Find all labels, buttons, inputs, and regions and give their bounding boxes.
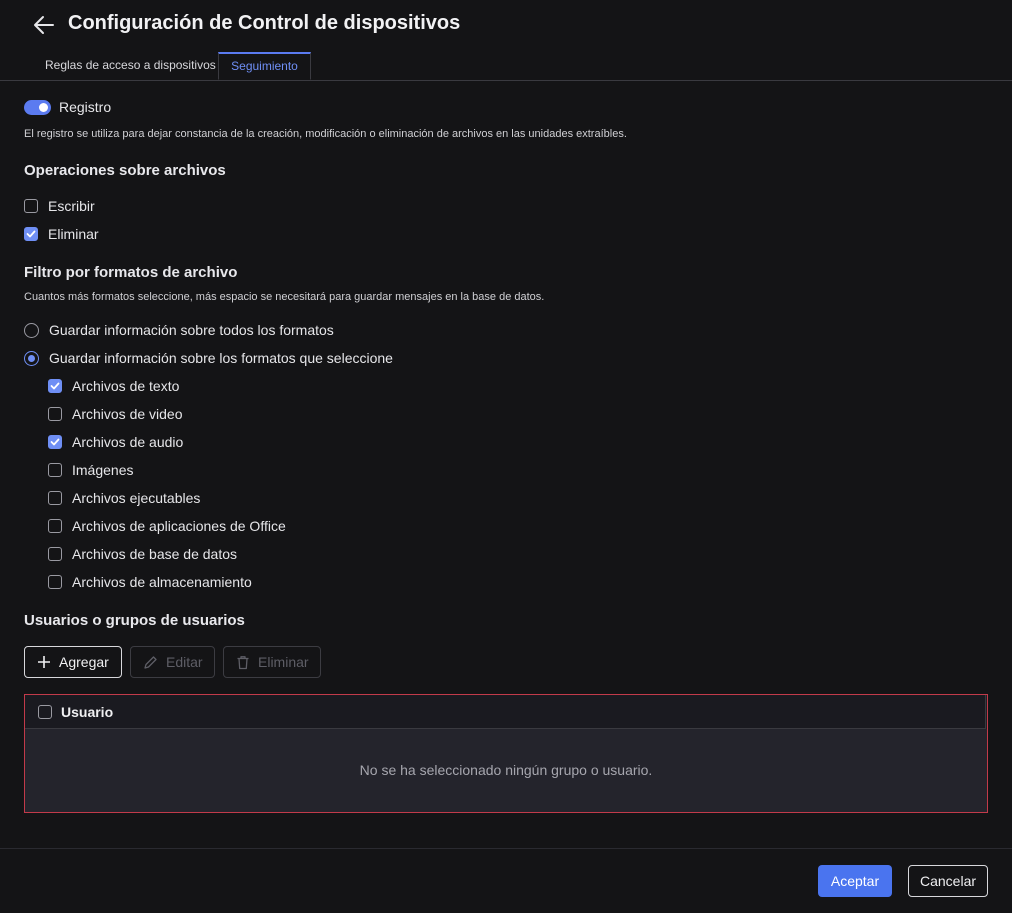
users-title: Usuarios o grupos de usuarios [24, 612, 245, 629]
checkbox[interactable] [48, 463, 62, 477]
checkbox-label: Eliminar [48, 226, 99, 242]
logging-description: El registro se utiliza para dejar consta… [24, 128, 627, 140]
radio-row-selected-formats[interactable]: Guardar información sobre los formatos q… [24, 348, 393, 368]
checkbox-label: Archivos ejecutables [72, 490, 200, 506]
checkbox-row-eliminar[interactable]: Eliminar [24, 224, 99, 244]
checkbox-label: Archivos de texto [72, 378, 179, 394]
checkbox[interactable] [48, 491, 62, 505]
table-body: No se ha seleccionado ningún grupo o usu… [25, 729, 987, 812]
checkbox-label: Escribir [48, 198, 95, 214]
file-operations-title: Operaciones sobre archivos [24, 162, 226, 179]
checkbox-row-archivos-ejecutables[interactable]: Archivos ejecutables [48, 488, 200, 508]
logging-toggle[interactable] [24, 100, 51, 115]
format-filter-description: Cuantos más formatos seleccione, más esp… [24, 291, 544, 303]
checkbox-row-archivos-de-base-de-datos[interactable]: Archivos de base de datos [48, 544, 237, 564]
checkmark-icon [50, 381, 60, 391]
checkbox-label: Archivos de aplicaciones de Office [72, 518, 286, 534]
checkbox-row-archivos-de-texto[interactable]: Archivos de texto [48, 376, 179, 396]
checkbox[interactable] [24, 199, 38, 213]
table-header: Usuario [25, 695, 986, 729]
checkmark-icon [26, 229, 36, 239]
checkbox-row-escribir[interactable]: Escribir [24, 196, 95, 216]
checkbox-label: Archivos de base de datos [72, 546, 237, 562]
tab-tracking[interactable]: Seguimiento [218, 52, 311, 80]
users-table: Usuario No se ha seleccionado ningún gru… [24, 694, 988, 813]
radio-row-all-formats[interactable]: Guardar información sobre todos los form… [24, 320, 334, 340]
plus-icon [37, 655, 51, 669]
radio-button[interactable] [24, 351, 39, 366]
checkbox[interactable] [48, 519, 62, 533]
back-button[interactable] [31, 12, 57, 38]
logging-label: Registro [59, 99, 111, 115]
checkbox-label: Archivos de almacenamiento [72, 574, 252, 590]
trash-icon [236, 655, 250, 670]
checkbox-row-archivos-de-video[interactable]: Archivos de video [48, 404, 183, 424]
checkbox-row-archivos-de-almacenamiento[interactable]: Archivos de almacenamiento [48, 572, 252, 592]
delete-button-label: Eliminar [258, 654, 309, 670]
checkbox-label: Archivos de video [72, 406, 183, 422]
arrow-left-icon [31, 12, 57, 38]
radio-button[interactable] [24, 323, 39, 338]
toggle-knob [39, 103, 48, 112]
accept-button[interactable]: Aceptar [818, 865, 892, 897]
add-button[interactable]: Agregar [24, 646, 122, 678]
checkbox[interactable] [48, 575, 62, 589]
checkbox-label: Archivos de audio [72, 434, 183, 450]
tab-access-rules[interactable]: Reglas de acceso a dispositivos [35, 52, 226, 79]
checkmark-icon [50, 437, 60, 447]
empty-state-text: No se ha seleccionado ningún grupo o usu… [25, 762, 987, 778]
footer: Aceptar Cancelar [0, 848, 1012, 913]
cancel-button[interactable]: Cancelar [908, 865, 988, 897]
checkbox-row-archivos-de-aplicaciones-de-office[interactable]: Archivos de aplicaciones de Office [48, 516, 286, 536]
radio-label: Guardar información sobre los formatos q… [49, 350, 393, 366]
add-button-label: Agregar [59, 654, 109, 670]
pencil-icon [143, 655, 158, 670]
checkbox[interactable] [24, 227, 38, 241]
checkbox[interactable] [48, 407, 62, 421]
checkbox-row-imagenes[interactable]: Imágenes [48, 460, 133, 480]
format-filter-title: Filtro por formatos de archivo [24, 264, 237, 281]
edit-button-label: Editar [166, 654, 203, 670]
column-user-header: Usuario [61, 704, 113, 720]
checkbox[interactable] [48, 379, 62, 393]
radio-label: Guardar información sobre todos los form… [49, 322, 334, 338]
checkbox-label: Imágenes [72, 462, 133, 478]
tab-bar: Reglas de acceso a dispositivos Seguimie… [0, 52, 1012, 81]
header: Configuración de Control de dispositivos [0, 0, 1012, 52]
checkbox[interactable] [48, 435, 62, 449]
page-title: Configuración de Control de dispositivos [68, 12, 460, 35]
edit-button[interactable]: Editar [130, 646, 215, 678]
checkbox[interactable] [48, 547, 62, 561]
delete-button[interactable]: Eliminar [223, 646, 321, 678]
checkbox-row-archivos-de-audio[interactable]: Archivos de audio [48, 432, 183, 452]
select-all-checkbox[interactable] [38, 705, 52, 719]
